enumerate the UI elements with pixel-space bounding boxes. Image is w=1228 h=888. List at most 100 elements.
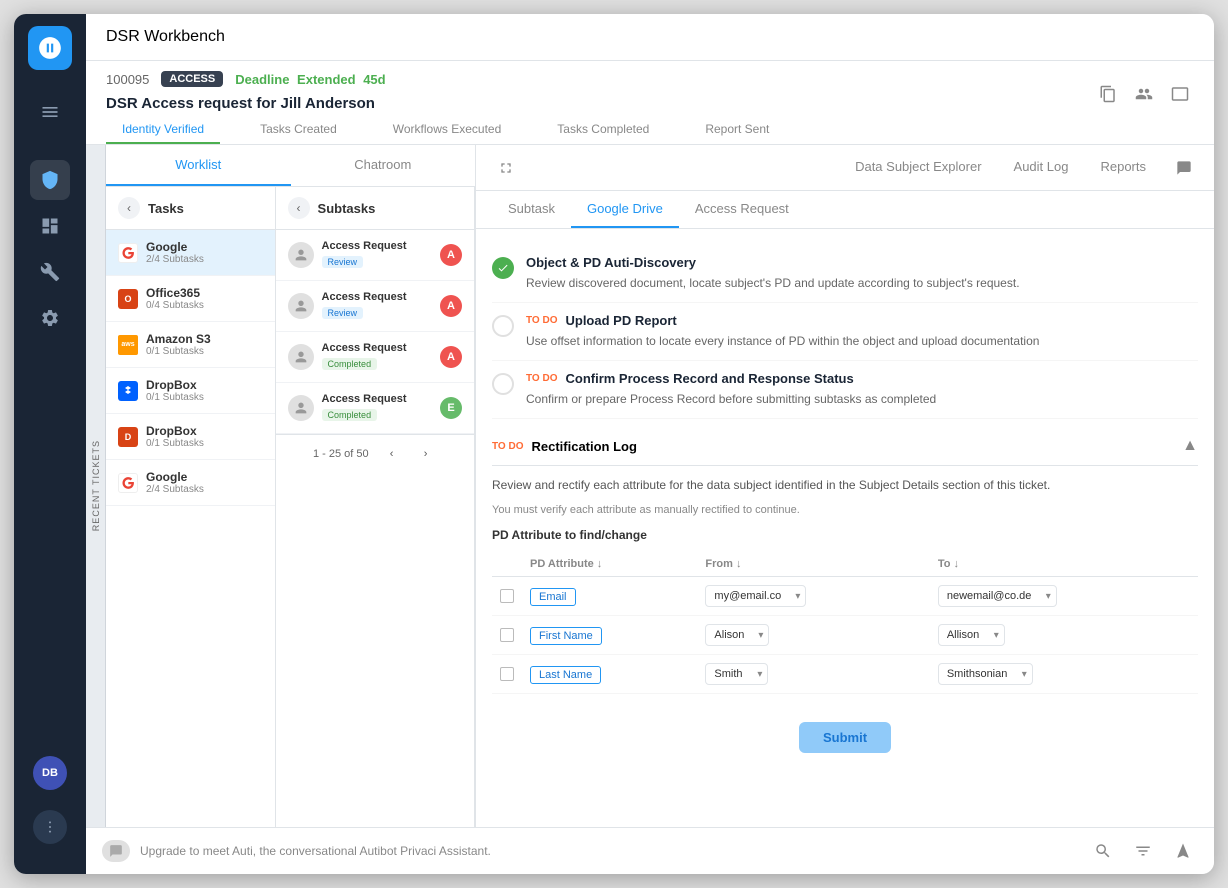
task-sub-office: 0/4 Subtasks — [146, 300, 263, 311]
subtasks-header: ‹ Subtasks — [276, 187, 474, 230]
subtask-item-3[interactable]: Access Request Completed A — [276, 332, 474, 383]
submit-button[interactable]: Submit — [799, 722, 891, 753]
detail-topbar: Data Subject Explorer Audit Log Reports — [476, 145, 1214, 191]
subtask-name-1: Access Request — [322, 240, 432, 252]
task-sub-amazon: 0/1 Subtasks — [146, 346, 263, 357]
ticket-type-badge: ACCESS — [161, 71, 223, 87]
from-lastname-select[interactable]: Smith — [705, 663, 768, 685]
subtask-badge-3: Completed — [322, 358, 378, 370]
ticket-tab-report[interactable]: Report Sent — [689, 116, 785, 144]
nav-bottom-icon[interactable] — [1168, 836, 1198, 866]
task-logo-amazon: aws — [118, 335, 138, 355]
rect-collapse-btn[interactable]: ▲ — [1182, 437, 1198, 455]
rectification-section: TO DO Rectification Log ▲ Review and rec… — [492, 427, 1198, 753]
recent-tickets-label: RECENT TICKETS — [91, 440, 101, 531]
subtask-item-4[interactable]: Access Request Completed E — [276, 383, 474, 434]
tasks-back-btn[interactable]: ‹ — [118, 197, 140, 219]
detail-tab-data-subject[interactable]: Data Subject Explorer — [839, 149, 997, 186]
subtask-info-3: Access Request Completed — [322, 342, 432, 372]
main-content: DSR Workbench 100095 ACCESS Deadline Ext… — [86, 14, 1214, 874]
next-page-btn[interactable]: › — [415, 443, 437, 465]
task-item-google-2[interactable]: Google 2/4 Subtasks — [106, 460, 275, 506]
subtask-badge-4: Completed — [322, 409, 378, 421]
sidebar-item-shield[interactable] — [30, 160, 70, 200]
task-info-dropbox2: DropBox 0/1 Subtasks — [146, 424, 263, 449]
user-avatar[interactable]: DB — [33, 756, 67, 790]
task-2-todo-tag: TO DO — [526, 315, 557, 326]
sidebar-item-dashboard[interactable] — [30, 206, 70, 246]
bottom-bar-message: Upgrade to meet Auti, the conversational… — [140, 844, 1078, 858]
page-title: DSR Workbench — [106, 28, 225, 45]
task-item-dropbox-1[interactable]: DropBox 0/1 Subtasks — [106, 368, 275, 414]
task-item-amazon[interactable]: aws Amazon S3 0/1 Subtasks — [106, 322, 275, 368]
subtask-letter-4: E — [440, 397, 462, 419]
tab-access-request[interactable]: Access Request — [679, 191, 805, 228]
checkbox-email[interactable] — [500, 589, 514, 603]
task-name-office: Office365 — [146, 286, 263, 300]
bottom-bar: Upgrade to meet Auti, the conversational… — [86, 827, 1214, 874]
subtask-item-1[interactable]: Access Request Review A — [276, 230, 474, 281]
detail-tab-reports[interactable]: Reports — [1084, 149, 1162, 186]
from-firstname-select[interactable]: Alison — [705, 624, 769, 646]
main-panel-tabs: Worklist Chatroom — [106, 145, 475, 187]
recent-tickets-bar[interactable]: RECENT TICKETS — [86, 145, 106, 827]
search-bottom-icon[interactable] — [1088, 836, 1118, 866]
task-status-todo-icon-2 — [492, 315, 514, 337]
sidebar-item-tools[interactable] — [30, 252, 70, 292]
comment-icon[interactable] — [1170, 154, 1198, 182]
ticket-action-btn-1[interactable] — [1094, 80, 1122, 108]
col-from: From ↓ — [697, 552, 929, 577]
col-pd-attr: PD Attribute ↓ — [522, 552, 697, 577]
ticket-tab-identity[interactable]: Identity Verified — [106, 116, 220, 144]
filter-bottom-icon[interactable] — [1128, 836, 1158, 866]
topbar: DSR Workbench — [86, 14, 1214, 61]
subtask-avatar-3 — [288, 344, 314, 370]
table-row-lastname: Last Name Smith — [492, 655, 1198, 694]
to-email-select[interactable]: newemail@co.de — [938, 585, 1057, 607]
ticket-action-btn-3[interactable] — [1166, 80, 1194, 108]
from-firstname-wrapper: Alison — [705, 624, 769, 646]
prev-page-btn[interactable]: ‹ — [381, 443, 403, 465]
subtasks-back-btn[interactable]: ‹ — [288, 197, 310, 219]
ticket-tabs: Identity Verified Tasks Created Workflow… — [106, 116, 1194, 144]
task-item-google-1[interactable]: Google 2/4 Subtasks — [106, 230, 275, 276]
sidebar-menu-icon[interactable] — [30, 92, 70, 132]
to-lastname-select[interactable]: Smithsonian — [938, 663, 1033, 685]
task-3-todo-tag: TO DO — [526, 373, 557, 384]
task-info-google-1: Google 2/4 Subtasks — [146, 240, 263, 265]
tab-google-drive[interactable]: Google Drive — [571, 191, 679, 228]
app-logo[interactable] — [28, 26, 72, 70]
sidebar-dots-icon[interactable] — [33, 810, 67, 844]
ticket-action-btn-2[interactable] — [1130, 80, 1158, 108]
attr-tag-firstname: First Name — [530, 627, 602, 645]
subtask-letter-3: A — [440, 346, 462, 368]
to-firstname-select[interactable]: Allison — [938, 624, 1005, 646]
sidebar-item-settings[interactable] — [30, 298, 70, 338]
ticket-tab-workflows[interactable]: Workflows Executed — [377, 116, 518, 144]
task-name-amazon: Amazon S3 — [146, 332, 263, 346]
from-email-select[interactable]: my@email.co — [705, 585, 806, 607]
ticket-header: 100095 ACCESS Deadline Extended 45d DSR … — [86, 61, 1214, 145]
task-1-desc: Review discovered document, locate subje… — [526, 274, 1198, 292]
rect-note: You must verify each attribute as manual… — [492, 504, 1198, 516]
task-item-dropbox-2[interactable]: D DropBox 0/1 Subtasks — [106, 414, 275, 460]
tab-subtask[interactable]: Subtask — [492, 191, 571, 228]
task-item-office365[interactable]: O Office365 0/4 Subtasks — [106, 276, 275, 322]
checkbox-firstname[interactable] — [500, 628, 514, 642]
ticket-tab-tasks-created[interactable]: Tasks Created — [244, 116, 353, 144]
chat-bubble-icon — [102, 840, 130, 862]
ticket-tab-tasks-completed[interactable]: Tasks Completed — [541, 116, 665, 144]
detail-tab-audit[interactable]: Audit Log — [998, 149, 1085, 186]
checkbox-lastname[interactable] — [500, 667, 514, 681]
task-logo-google-1 — [118, 243, 138, 263]
tab-chatroom[interactable]: Chatroom — [291, 145, 476, 186]
subtask-item-2[interactable]: Access Request Review A — [276, 281, 474, 332]
task-logo-office: O — [118, 289, 138, 309]
task-sub: 2/4 Subtasks — [146, 254, 263, 265]
ticket-title: DSR Access request for Jill Anderson — [106, 95, 386, 112]
attr-tag-email: Email — [530, 588, 576, 606]
task-info-dropbox1: DropBox 0/1 Subtasks — [146, 378, 263, 403]
expand-icon[interactable] — [492, 154, 520, 182]
task-row-1: Object & PD Auti-Discovery Review discov… — [492, 245, 1198, 303]
tab-worklist[interactable]: Worklist — [106, 145, 291, 186]
